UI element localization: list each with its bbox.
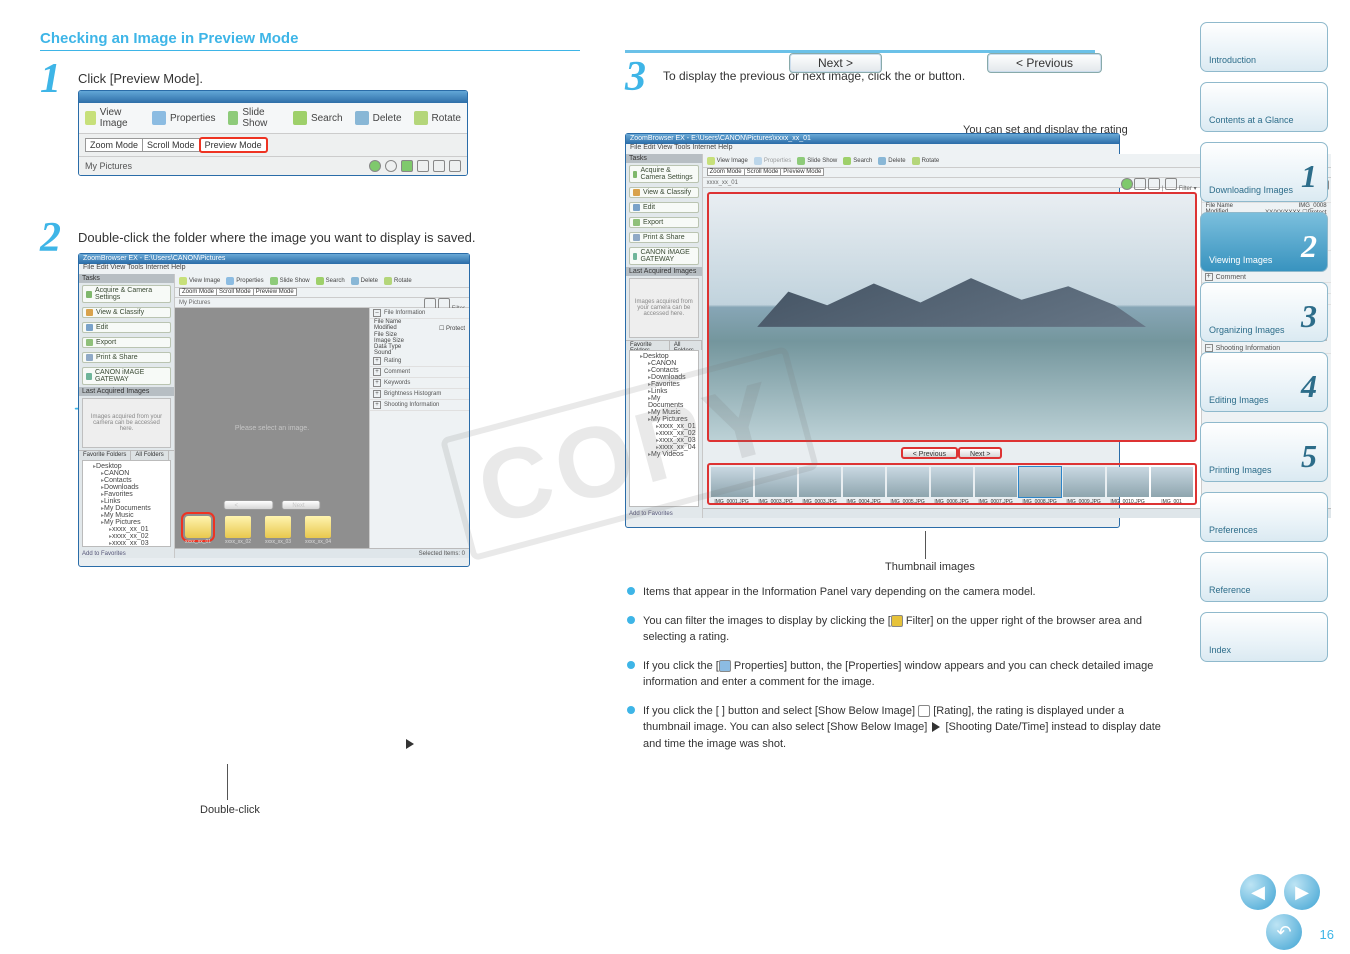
picture-icon: [85, 111, 96, 125]
page-return[interactable]: ↶: [1266, 914, 1302, 950]
previous-button[interactable]: < Previous: [987, 53, 1102, 73]
properties-button[interactable]: Properties: [152, 107, 216, 129]
page-fwd[interactable]: ▶: [1284, 874, 1320, 910]
task-acquire[interactable]: Acquire & Camera Settings: [82, 285, 171, 303]
tab-scroll[interactable]: Scroll Mode: [142, 138, 200, 152]
up-icon[interactable]: [401, 160, 413, 172]
tasks-header: Tasks: [79, 274, 174, 283]
section-title: Checking an Image in Preview Mode: [40, 30, 580, 51]
page-number: 16: [1320, 927, 1334, 942]
fwd-icon[interactable]: [385, 160, 397, 172]
nav-chap5[interactable]: Printing Images5: [1200, 422, 1328, 482]
page-back[interactable]: ◀: [1240, 874, 1276, 910]
menu-bar[interactable]: File Edit View Tools Internet Help: [79, 264, 469, 274]
rotate-icon: [414, 111, 428, 125]
tab-zoom[interactable]: Zoom Mode: [85, 138, 143, 152]
task-export[interactable]: Export: [82, 337, 171, 348]
last-acquired-box: Images acquired from your camera can be …: [82, 398, 171, 448]
nav-chap2[interactable]: Viewing Images2: [1200, 212, 1328, 272]
step-3-num: 3: [625, 59, 659, 95]
search-icon: [293, 111, 307, 125]
next-button[interactable]: Next >: [789, 53, 882, 73]
tab-preview[interactable]: Preview Mode: [199, 137, 268, 153]
step-1-text: Click [Preview Mode].: [78, 61, 580, 86]
step-1-num: 1: [40, 61, 74, 97]
toolbar-figure: View Image Properties Slide Show Search …: [78, 90, 468, 176]
last-acquired-header: Last Acquired Images: [79, 387, 174, 396]
folder-tree[interactable]: Desktop CANON Contacts Downloads Favorit…: [82, 460, 171, 547]
folder-thumb-4[interactable]: xxxx_xx_04: [305, 516, 331, 538]
add-to-favorites[interactable]: Add to Favorites: [79, 550, 174, 558]
info-icon: [152, 111, 166, 125]
empty-prompt: Please select an image.: [235, 425, 309, 432]
pointer-doubleclick: Double-click: [200, 804, 260, 816]
bullet-3: If you click the [ Properties] button, t…: [625, 658, 1170, 691]
task-edit[interactable]: Edit: [82, 322, 171, 333]
zb-window-step2: ZoomBrowser EX - E:\Users\CANON\Pictures…: [78, 253, 470, 567]
trash-icon: [355, 111, 369, 125]
delete-button[interactable]: Delete: [355, 107, 402, 129]
nav-chap1[interactable]: Downloading Images1: [1200, 142, 1328, 202]
preview-prev[interactable]: < Previous: [901, 447, 958, 459]
folder-thumb-2[interactable]: xxxx_xx_02: [225, 516, 251, 538]
rating-icon[interactable]: [449, 160, 461, 172]
tab-fav-folders[interactable]: Favorite Folders: [79, 451, 131, 460]
folder-thumb-3[interactable]: xxxx_xx_03: [265, 516, 291, 538]
task-print[interactable]: Print & Share: [82, 352, 171, 363]
step-2-text: Double-click the folder where the image …: [78, 220, 580, 245]
next-btn-small[interactable]: Next >: [281, 500, 320, 510]
rotate-button[interactable]: Rotate: [414, 107, 461, 129]
bullet-2: You can filter the images to display by …: [625, 613, 1170, 646]
triangle-icon: [932, 722, 940, 732]
view-image-button[interactable]: View Image: [85, 107, 140, 129]
breadcrumb: My Pictures: [85, 161, 132, 171]
back-icon[interactable]: [369, 160, 381, 172]
status-bar: Selected Items: 0: [175, 548, 469, 558]
nav-pref[interactable]: Preferences: [1200, 492, 1328, 542]
search-button[interactable]: Search: [293, 107, 343, 129]
preview-next[interactable]: Next >: [958, 447, 1002, 459]
nav-chap3[interactable]: Organizing Images3: [1200, 282, 1328, 342]
tab-all-folders[interactable]: All Folders: [131, 451, 168, 460]
zb-window-step3: ZoomBrowser EX - E:\Users\CANON\Pictures…: [625, 133, 1120, 528]
preview-image: [707, 192, 1197, 442]
task-view[interactable]: View & Classify: [82, 307, 171, 318]
nav-intro[interactable]: Introduction: [1200, 22, 1328, 72]
folder-thumb-1[interactable]: xxxx_xx_01: [185, 516, 211, 538]
slideshow-icon: [228, 111, 239, 125]
options-icon[interactable]: [433, 160, 445, 172]
step-2-num: 2: [40, 220, 74, 256]
bullet-4: If you click the [ ] button and select […: [625, 703, 1170, 753]
thumbnail-strip[interactable]: IMG_0001.JPG IMG_0003.JPG IMG_0003.JPG I…: [707, 463, 1197, 505]
nav-idx[interactable]: Index: [1200, 612, 1328, 662]
nav-contents[interactable]: Contents at a Glance: [1200, 82, 1328, 132]
annot-thumbs: Thumbnail images: [885, 561, 975, 573]
zoom-icon[interactable]: [417, 160, 429, 172]
prev-btn-small[interactable]: < Previous: [224, 500, 274, 510]
triangle-icon: [406, 739, 414, 749]
window-title: ZoomBrowser EX - E:\Users\CANON\Pictures: [79, 254, 469, 264]
right-nav: Introduction Contents at a Glance Downlo…: [1200, 22, 1328, 662]
bullet-1: Items that appear in the Information Pan…: [625, 584, 1170, 601]
task-gateway[interactable]: CANON iMAGE GATEWAY: [82, 367, 171, 385]
nav-chap4[interactable]: Editing Images4: [1200, 352, 1328, 412]
nav-ref[interactable]: Reference: [1200, 552, 1328, 602]
slide-show-button[interactable]: Slide Show: [228, 107, 281, 129]
